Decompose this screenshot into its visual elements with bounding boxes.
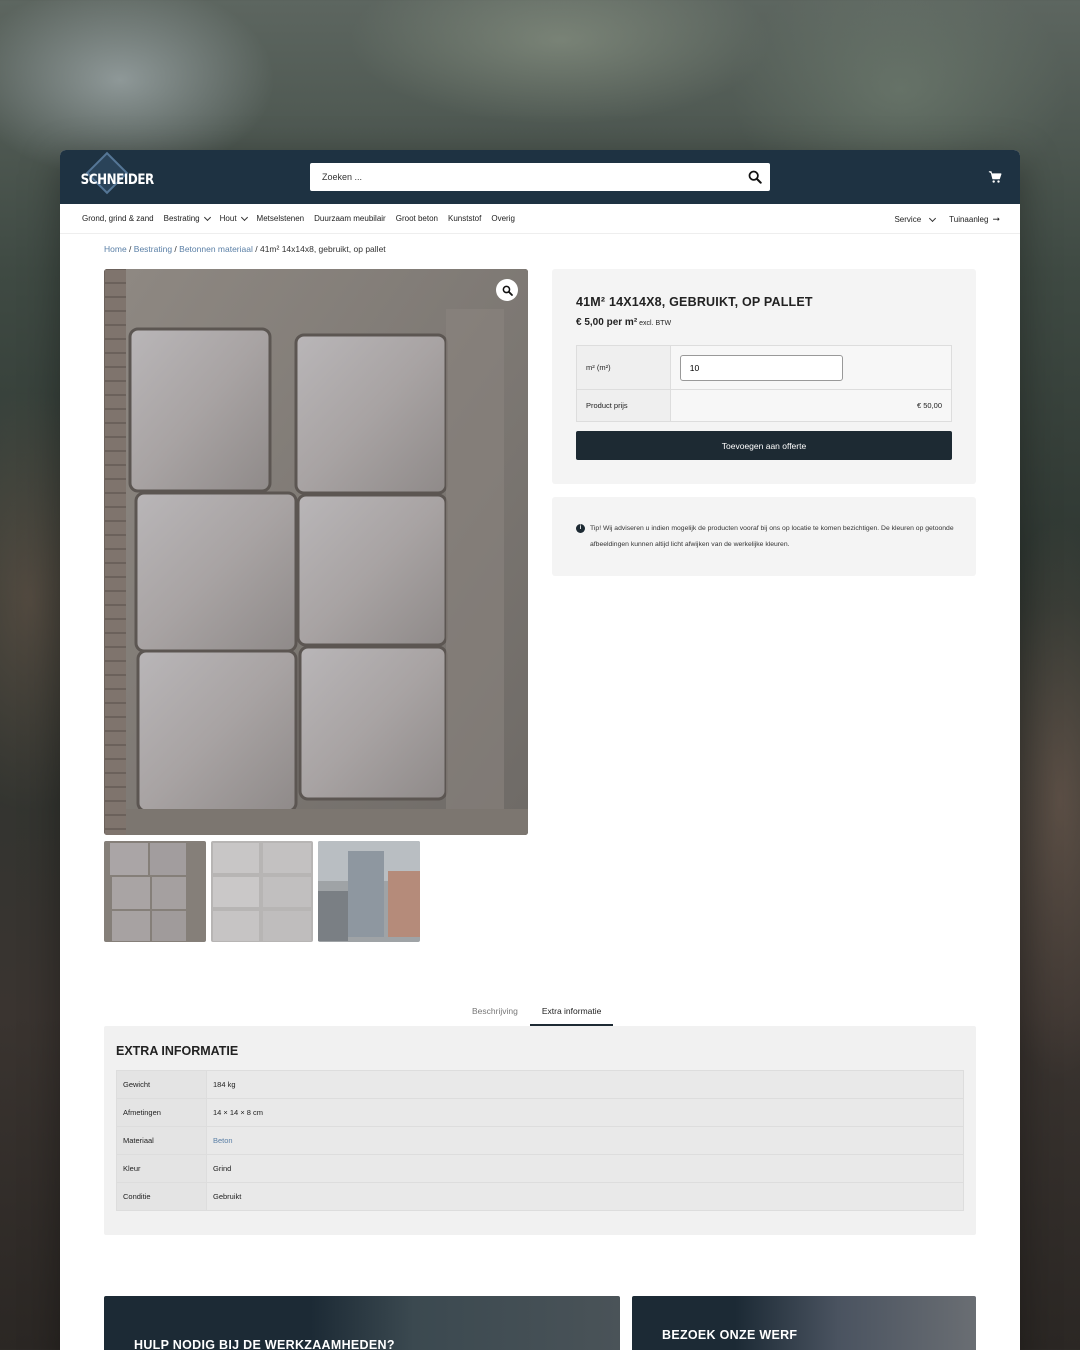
product-photo — [104, 269, 528, 835]
tab-description[interactable]: Beschrijving — [472, 1002, 518, 1026]
search-icon[interactable] — [748, 170, 762, 184]
nav-item-tuinaanleg[interactable]: Tuinaanleg ➞ — [949, 214, 1000, 225]
chevron-down-icon — [240, 213, 248, 221]
nav-item-service[interactable]: Service — [894, 214, 937, 225]
breadcrumb-category[interactable]: Betonnen materiaal — [179, 244, 253, 254]
site-header: SCHNEIDER — [60, 150, 1020, 204]
zoom-button[interactable] — [496, 279, 518, 301]
thumbnail-2[interactable] — [211, 841, 313, 942]
table-row: Afmetingen 14 × 14 × 8 cm — [116, 1098, 964, 1127]
breadcrumb: Home / Bestrating / Betonnen materiaal /… — [104, 244, 386, 254]
table-row: Gewicht 184 kg — [116, 1070, 964, 1099]
thumbnail-3[interactable] — [318, 841, 420, 942]
table-row: Materiaal Beton — [116, 1126, 964, 1155]
quantity-input[interactable] — [679, 354, 843, 381]
product-summary: 41M² 14X14X8, GEBRUIKT, OP PALLET € 5,00… — [552, 269, 976, 484]
material-link[interactable]: Beton — [213, 1136, 233, 1145]
help-promo-banner[interactable]: HULP NODIG BIJ DE WERKZAAMHEDEN? — [104, 1296, 620, 1350]
product-price-label: Product prijs — [576, 389, 671, 422]
nav-item-meubilair[interactable]: Duurzaam meubilair — [314, 214, 386, 223]
table-row: Conditie Gebruikt — [116, 1182, 964, 1211]
cart-icon[interactable] — [988, 170, 1002, 184]
thumbnail-gallery — [104, 841, 425, 942]
price-suffix: excl. BTW — [639, 320, 672, 327]
info-icon: i — [576, 524, 585, 533]
magnifier-icon — [502, 285, 513, 296]
thumbnail-1[interactable] — [104, 841, 206, 942]
breadcrumb-current: 41m² 14x14x8, gebruikt, op pallet — [259, 244, 386, 254]
nav-item-grond[interactable]: Grond, grind & zand — [82, 214, 154, 223]
nav-item-overig[interactable]: Overig — [491, 214, 515, 223]
nav-item-kunststof[interactable]: Kunststof — [448, 214, 481, 223]
product-price-value: € 50,00 — [669, 389, 953, 422]
thumbnail-1-image — [110, 843, 186, 941]
help-promo-title: HULP NODIG BIJ DE WERKZAAMHEDEN? — [134, 1338, 395, 1350]
table-row: Kleur Grind — [116, 1154, 964, 1183]
nav-item-hout[interactable]: Hout — [220, 213, 248, 223]
extra-info-heading: EXTRA INFORMATIE — [116, 1044, 239, 1058]
visit-promo-title: BEZOEK ONZE WERF — [662, 1328, 798, 1342]
product-main-image[interactable] — [104, 269, 528, 835]
nav-item-bestrating[interactable]: Bestrating — [164, 213, 211, 223]
extra-info-panel: EXTRA INFORMATIE Gewicht 184 kg Afmetinge… — [104, 1026, 976, 1235]
page-card: SCHNEIDER Grond, grind & zand Bestrating… — [60, 150, 1020, 1350]
chevron-down-icon — [929, 214, 937, 222]
tip-text: Tip! Wij adviseren u indien mogelijk de … — [590, 525, 954, 548]
main-nav: Grond, grind & zand Bestrating Hout Mets… — [60, 204, 1020, 234]
thumbnail-2-image — [213, 843, 311, 941]
visit-promo-banner[interactable]: BEZOEK ONZE WERF — [632, 1296, 976, 1350]
nav-item-metselstenen[interactable]: Metselstenen — [257, 214, 305, 223]
nav-item-groot-beton[interactable]: Groot beton — [396, 214, 438, 223]
attributes-table: Gewicht 184 kg Afmetingen 14 × 14 × 8 cm M… — [116, 1070, 964, 1211]
tip-box: i Tip! Wij adviseren u indien mogelijk d… — [552, 497, 976, 576]
qty-label: m² (m²) — [576, 345, 671, 390]
search-box — [310, 163, 770, 191]
product-price: € 5,00 per m² excl. BTW — [576, 317, 672, 328]
arrow-right-icon: ➞ — [992, 214, 1000, 224]
price-calculator: m² (m²) Product prijs € 50,00 — [576, 345, 953, 422]
chevron-down-icon — [203, 213, 211, 221]
tab-extra-info[interactable]: Extra informatie — [529, 1002, 614, 1026]
breadcrumb-home[interactable]: Home — [104, 244, 127, 254]
add-to-quote-button[interactable]: Toevoegen aan offerte — [576, 431, 952, 460]
logo-text: SCHNEIDER — [80, 172, 155, 188]
product-title: 41M² 14X14X8, GEBRUIKT, OP PALLET — [576, 295, 813, 309]
site-logo[interactable]: SCHNEIDER — [76, 151, 155, 198]
thumbnail-3-image — [318, 841, 420, 941]
search-input[interactable] — [310, 163, 730, 191]
product-tabs: Beschrijving Extra informatie — [466, 1002, 619, 1026]
breadcrumb-bestrating[interactable]: Bestrating — [134, 244, 172, 254]
